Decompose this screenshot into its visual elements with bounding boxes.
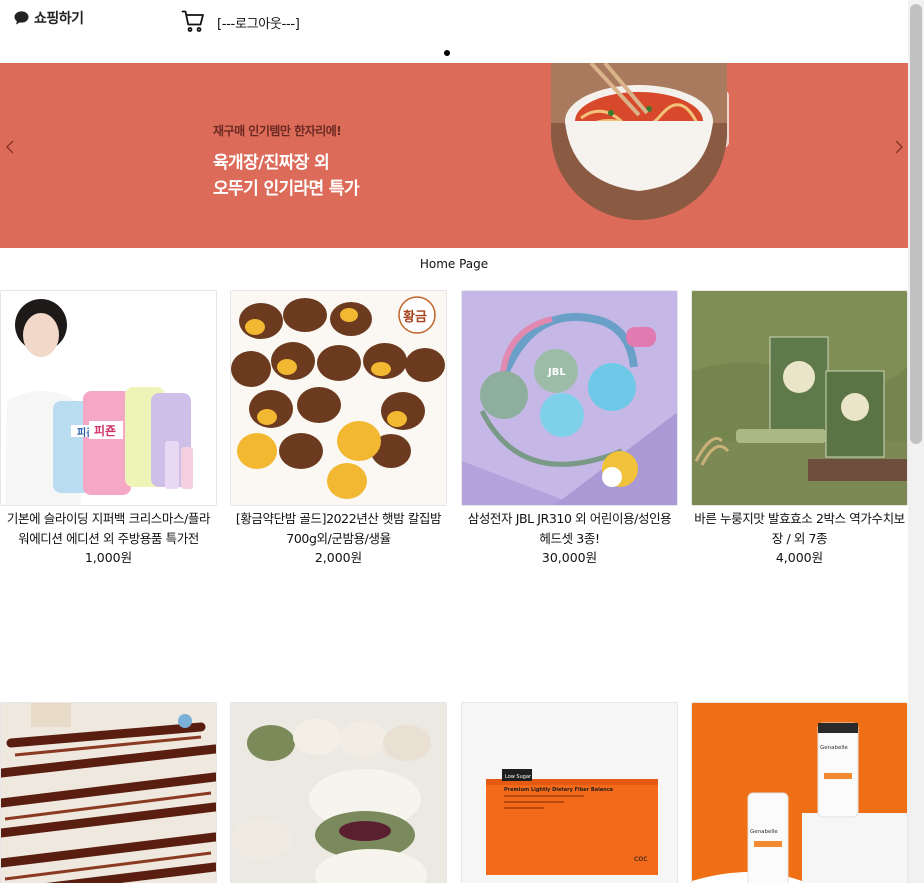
carousel-dot-active[interactable] (444, 50, 450, 56)
product-image-headphones: JBL (461, 290, 678, 506)
ramen-bowl-image (551, 63, 727, 220)
header: 쇼핑하기 [---로그아웃---] (0, 0, 908, 44)
product-card[interactable]: 황금 [황금약단밤 골드]2022년산 햇밤 칼집밤700g외/군밤용/생율 2… (230, 290, 447, 567)
product-name[interactable]: [황금약단밤 골드]2022년산 햇밤 칼집밤700g외/군밤용/생율 (230, 509, 447, 549)
cream-brand-1: Genabelle (750, 829, 778, 835)
product-card[interactable]: Genabelle Genabelle (691, 702, 908, 883)
cream-brand-2: Genabelle (820, 745, 848, 751)
product-card[interactable]: Low Sugar Premium Lightly Dietary Fiber … (461, 702, 678, 883)
brand[interactable]: 쇼핑하기 (14, 8, 84, 28)
product-price: 2,000원 (314, 550, 363, 565)
product-name[interactable]: 삼성전자 JBL JR310 외 어린이용/성인용 헤드셋 3종! (461, 509, 678, 549)
product-image-chestnut: 황금 (230, 290, 447, 506)
box-logo-text: coc (634, 854, 648, 863)
brand-title: 쇼핑하기 (34, 11, 84, 27)
product-card[interactable]: JBL 삼성전자 JBL JR310 외 어린이용/성인용 헤드셋 3종! 30… (461, 290, 678, 567)
box-heading-text: Premium Lightly Dietary Fiber Balance (504, 787, 614, 793)
product-image-fiber-box: Low Sugar Premium Lightly Dietary Fiber … (461, 702, 678, 883)
cart-icon[interactable] (181, 9, 205, 33)
product-image-rice-cake (230, 702, 447, 883)
product-name[interactable]: 바른 누룽지맛 발효효소 2박스 역가수치보장 / 외 7종 (691, 509, 908, 549)
product-card[interactable] (230, 702, 447, 883)
product-price: 4,000원 (775, 550, 824, 565)
page: 쇼핑하기 [---로그아웃---] 재구매 인기템만 한자리에! 육개장/진짜장… (0, 0, 908, 883)
chat-bubble-icon (14, 11, 29, 25)
banner-kicker: 재구매 인기템만 한자리에! (213, 124, 342, 138)
page-title: Home Page (419, 257, 489, 271)
product-card[interactable]: 피죤 피죤 기본에 슬라이딩 지퍼백 크리스마스/플라워에디션 에디션 외 주방… (0, 290, 217, 567)
carousel-indicators (0, 48, 908, 58)
product-image-cream: Genabelle Genabelle (691, 702, 908, 883)
product-price: 1,000원 (84, 550, 133, 565)
pigeon-label-2: 피죤 (94, 423, 116, 438)
product-name[interactable]: 기본에 슬라이딩 지퍼백 크리스마스/플라워에디션 에디션 외 주방용품 특가전 (0, 509, 217, 549)
box-tag-text: Low Sugar (505, 774, 532, 780)
chevron-left-icon[interactable] (4, 139, 16, 155)
product-price: 30,000원 (541, 550, 598, 565)
banner-headline-1: 육개장/진짜장 외 (213, 153, 330, 173)
product-image-ziplock: 피죤 피죤 (0, 290, 217, 506)
banner-headline-2: 오뚜기 인기라면 특가 (213, 179, 360, 199)
jbl-logo: JBL (547, 367, 566, 378)
product-image-dried-squid (0, 702, 217, 883)
chevron-right-icon[interactable] (893, 139, 905, 155)
logout-link[interactable]: [---로그아웃---] (217, 13, 300, 32)
product-image-enzyme (691, 290, 908, 506)
product-card[interactable] (0, 702, 217, 883)
promo-banner[interactable]: 재구매 인기템만 한자리에! 육개장/진짜장 외 오뚜기 인기라면 특가 (0, 63, 908, 248)
product-card[interactable]: 바른 누룽지맛 발효효소 2박스 역가수치보장 / 외 7종 4,000원 (691, 290, 908, 567)
vertical-scrollbar[interactable] (908, 0, 924, 883)
chestnut-brand-logo: 황금 (403, 309, 427, 325)
scrollbar-thumb[interactable] (910, 4, 922, 444)
